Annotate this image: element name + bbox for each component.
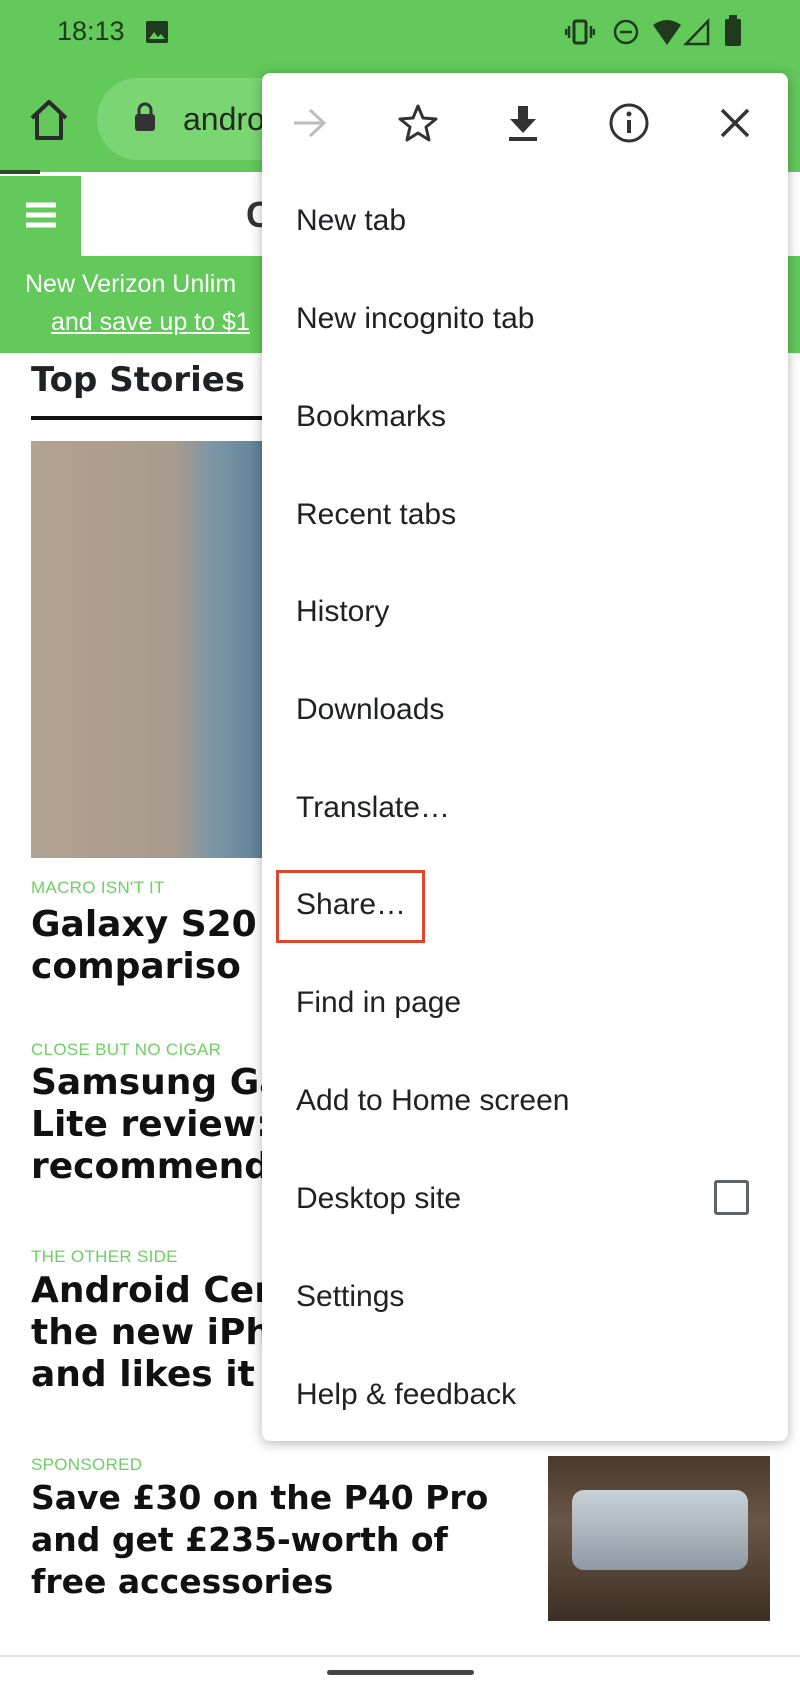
close-icon — [720, 108, 750, 138]
menu-item-help-feedback[interactable]: Help & feedback — [262, 1346, 788, 1444]
bookmark-star-icon — [398, 104, 438, 142]
desktop-site-checkbox[interactable] — [714, 1180, 749, 1215]
article-kicker[interactable]: CLOSE BUT NO CIGAR — [31, 1040, 221, 1060]
article-hero-image[interactable] — [31, 441, 271, 858]
menu-item-add-to-home-screen[interactable]: Add to Home screen — [262, 1052, 788, 1150]
menu-item-settings[interactable]: Settings — [262, 1248, 788, 1346]
site-menu-button[interactable] — [0, 176, 81, 256]
download-icon — [509, 106, 537, 141]
page-load-progress — [0, 170, 40, 174]
battery-icon — [725, 15, 741, 46]
menu-item-desktop-site[interactable]: Desktop site — [262, 1150, 788, 1248]
page-info-button[interactable] — [601, 95, 657, 151]
signal-icon — [683, 18, 710, 46]
home-icon[interactable] — [28, 98, 70, 142]
lock-icon — [135, 102, 155, 131]
article-kicker[interactable]: SPONSORED — [31, 1455, 142, 1475]
menu-item-label: History — [296, 595, 390, 628]
clock: 18:13 — [57, 16, 125, 46]
menu-item-bookmarks[interactable]: Bookmarks — [262, 368, 788, 466]
menu-item-recent-tabs[interactable]: Recent tabs — [262, 466, 788, 564]
article-headline[interactable]: Save £30 on the P40 Pro and get £235-wor… — [31, 1477, 488, 1603]
article-headline[interactable]: Android Cen the new iPho and likes it a — [31, 1270, 296, 1396]
article-headline[interactable]: Galaxy S20 compariso — [31, 904, 257, 988]
forward-icon — [294, 108, 327, 138]
menu-item-label: Downloads — [296, 693, 445, 726]
forward-button[interactable] — [282, 95, 338, 151]
hamburger-icon — [26, 202, 56, 228]
section-underline — [31, 416, 262, 420]
menu-item-new-tab[interactable]: New tab — [262, 172, 788, 270]
menu-item-new-incognito-tab[interactable]: New incognito tab — [262, 270, 788, 368]
banner-text: New Verizon Unlim — [25, 270, 237, 298]
do-not-disturb-icon — [613, 19, 639, 45]
wifi-icon — [653, 20, 681, 45]
menu-item-label: Settings — [296, 1280, 405, 1313]
menu-item-label: Find in page — [296, 986, 462, 1019]
image-icon — [146, 21, 168, 43]
menu-item-label: Recent tabs — [296, 498, 457, 531]
menu-item-label: Bookmarks — [296, 400, 447, 433]
bookmark-button[interactable] — [390, 95, 446, 151]
section-title: Top Stories — [31, 360, 246, 400]
menu-item-translate[interactable]: Translate… — [262, 759, 788, 857]
phone-picture — [572, 1490, 748, 1570]
browser-overflow-menu: New tab New incognito tab Bookmarks Rece… — [262, 73, 788, 1441]
menu-item-downloads[interactable]: Downloads — [262, 661, 788, 759]
menu-item-label: New tab — [296, 204, 407, 237]
vibrate-icon — [565, 19, 595, 45]
menu-item-history[interactable]: History — [262, 563, 788, 661]
info-icon — [609, 103, 649, 143]
menu-item-label: Translate… — [296, 791, 450, 824]
banner-link[interactable]: and save up to $1 — [51, 308, 250, 337]
menu-item-label: New incognito tab — [296, 302, 535, 335]
article-kicker[interactable]: THE OTHER SIDE — [31, 1247, 178, 1267]
menu-item-label: Help & feedback — [296, 1378, 517, 1411]
menu-item-find-in-page[interactable]: Find in page — [262, 954, 788, 1052]
menu-item-label: Desktop site — [296, 1182, 462, 1215]
gesture-nav-handle[interactable] — [327, 1670, 474, 1675]
article-kicker[interactable]: MACRO ISN'T IT — [31, 878, 165, 898]
share-highlight-box — [276, 870, 425, 943]
url-text[interactable]: andro — [183, 101, 265, 138]
status-bar: 18:13 — [0, 0, 800, 70]
download-page-button[interactable] — [495, 95, 551, 151]
menu-item-label: Add to Home screen — [296, 1084, 570, 1117]
close-menu-button[interactable] — [707, 95, 763, 151]
nav-divider — [0, 1655, 800, 1657]
